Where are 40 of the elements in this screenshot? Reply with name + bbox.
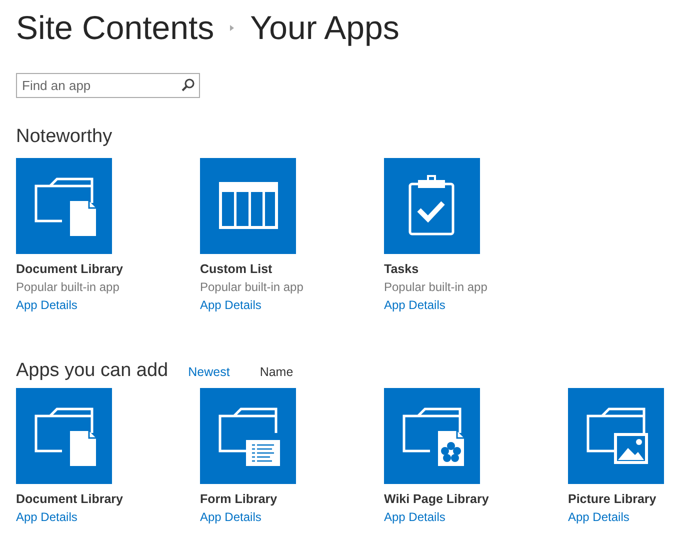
app-tile[interactable]: [16, 388, 112, 484]
app-details-link[interactable]: App Details: [200, 508, 262, 526]
breadcrumb-item: Your Apps: [250, 9, 400, 47]
folder-picture-icon: [586, 408, 648, 464]
app-details-link[interactable]: App Details: [384, 508, 446, 526]
folder-page-icon: [402, 408, 464, 466]
clipboard-check-icon: [408, 175, 454, 236]
app-name: Wiki Page Library: [384, 491, 489, 508]
app-tile[interactable]: [16, 158, 112, 254]
app-tile[interactable]: [384, 158, 480, 254]
section-heading: Noteworthy: [16, 126, 114, 148]
sort-option[interactable]: Name: [260, 365, 304, 379]
sort-option[interactable]: Newest: [188, 365, 240, 379]
app-name: Custom List: [200, 261, 272, 278]
app-name: Document Library: [16, 261, 123, 278]
app-details-link[interactable]: App Details: [384, 296, 446, 314]
folder-form-icon: [218, 408, 280, 466]
app-details-link[interactable]: App Details: [16, 296, 78, 314]
app-name: Tasks: [384, 261, 419, 278]
search-icon[interactable]: [181, 78, 195, 92]
app-details-link[interactable]: App Details: [200, 296, 262, 314]
app-details-link[interactable]: App Details: [16, 508, 78, 526]
app-name: Picture Library: [568, 491, 656, 508]
app-tile[interactable]: [200, 388, 296, 484]
breadcrumb-arrow-icon: [228, 24, 236, 32]
app-description: Popular built-in app: [200, 279, 304, 296]
app-tile[interactable]: [200, 158, 296, 254]
section-heading: Apps you can add: [16, 360, 168, 382]
app-details-link[interactable]: App Details: [568, 508, 630, 526]
app-name: Form Library: [200, 491, 278, 508]
app-tile[interactable]: [568, 388, 664, 484]
search-field[interactable]: Find an app: [16, 73, 200, 98]
app-description: Popular built-in app: [16, 279, 120, 296]
app-name: Document Library: [16, 491, 123, 508]
app-tile[interactable]: [384, 388, 480, 484]
folder-document-icon: [34, 408, 96, 466]
breadcrumb-item: Site Contents: [16, 9, 214, 47]
table-icon: [219, 182, 278, 229]
app-description: Popular built-in app: [384, 279, 488, 296]
folder-document-icon: [34, 178, 96, 236]
